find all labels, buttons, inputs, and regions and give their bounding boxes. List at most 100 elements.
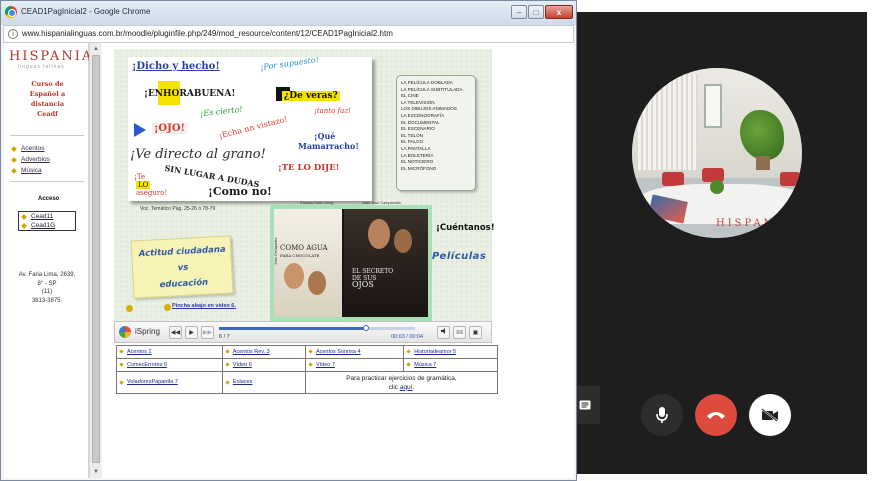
bullet-icon	[225, 362, 230, 367]
sidebar-link-acentos[interactable]: Acentos	[11, 143, 50, 154]
phrase: ¡Te	[134, 173, 146, 181]
video-call-panel: HISPANIA	[570, 12, 867, 474]
outline-button[interactable]: ≡≡	[453, 326, 466, 339]
resource-link[interactable]: ComecErrores 6	[119, 361, 168, 368]
table-cell: VoladoresPapantla 7	[116, 371, 223, 394]
resource-link[interactable]: Acentos 2	[119, 349, 151, 355]
poster-credit: Juan José Campanella	[362, 201, 401, 205]
phrase: ¡Dicho y hecho!	[132, 61, 220, 72]
scroll-down-icon[interactable]: ▼	[91, 467, 101, 477]
table-cell: Acentos Sonrisa 4	[304, 345, 405, 359]
acceso-link-cead1g[interactable]: Cead1G	[19, 221, 75, 230]
resource-link[interactable]: Vídeo 6	[225, 362, 252, 368]
play-button[interactable]: ▶	[185, 326, 198, 339]
video-chair	[662, 172, 684, 186]
phrase: ¡OJO!	[152, 123, 187, 134]
seek-track[interactable]	[219, 325, 415, 331]
sidebar-links: Acentos Adverbios Música	[11, 143, 50, 176]
poster-face	[308, 271, 326, 295]
logo-subtitle: linguas latinas	[18, 64, 65, 70]
resource-link-label: Acentos Sonrisa 4	[315, 348, 361, 355]
bullet-icon	[126, 305, 133, 312]
vertical-scrollbar[interactable]: ▲ ▼	[89, 43, 101, 478]
phrase: ¡Es cierto!	[199, 104, 243, 119]
sidebar-link-adverbios[interactable]: Adverbios	[11, 154, 50, 165]
seek-knob[interactable]	[363, 325, 369, 331]
fullscreen-button[interactable]: ▣	[469, 326, 482, 339]
resource-link[interactable]: Música 7	[406, 362, 436, 368]
previous-button[interactable]: ◀◀	[169, 326, 182, 339]
address-bar[interactable]: i www.hispanialinguas.com.br/moodle/plug…	[3, 25, 574, 43]
phrase: ¡ENHORABUENA!	[144, 89, 236, 99]
video-small-plant	[710, 180, 724, 194]
table-cell: ComecErrores 6	[116, 358, 223, 372]
sidebar-link-musica[interactable]: Música	[11, 165, 50, 176]
video-hint-link[interactable]: Pincha abajo en vídeo 6.	[172, 303, 236, 309]
sidebar-divider	[10, 135, 84, 136]
table-cell: Enlaces	[221, 371, 306, 394]
address-line: 8° - SP	[37, 280, 57, 287]
bullet-icon	[21, 213, 27, 220]
resource-link-label: ComecErrores 6	[127, 361, 168, 368]
vocab-item: EL NOTICIERO	[401, 159, 434, 165]
window-titlebar[interactable]: CEAD1PagInicial2 - Google Chrome – □ x	[1, 1, 576, 25]
table-cell: Historiadeamor 5	[403, 345, 498, 359]
vocab-item: EL DOCUMENTAL	[401, 119, 440, 125]
resource-link[interactable]: Historiadeamor 5	[406, 349, 456, 355]
volume-button[interactable]	[437, 326, 450, 339]
bullet-icon	[119, 362, 124, 367]
resource-link[interactable]: VoladoresPapantla 7	[119, 379, 178, 386]
table-cell: Música 7	[403, 358, 498, 372]
note-line: vs	[177, 262, 189, 274]
end-call-button[interactable]	[695, 394, 737, 436]
acceso-box: Cead11 Cead1G	[18, 211, 76, 231]
poster-left: COMO AGUA PARA CHOCOLATE	[274, 209, 342, 317]
phrase: ¡tanto faz!	[314, 107, 351, 115]
resource-link-label: Vídeo 7	[315, 361, 335, 368]
vocab-item: LOS DIBUJOS ANIMADOS	[401, 106, 457, 112]
table-row: Acentos 2 Acentos Rev. 3 Acentos Sonrisa…	[116, 345, 498, 359]
vocab-item: EL CINE	[401, 93, 419, 99]
bullet-icon	[119, 380, 124, 385]
camera-toggle-button[interactable]	[749, 394, 791, 436]
minimize-button[interactable]: –	[511, 5, 527, 19]
vocab-item: EL PALCO	[401, 139, 423, 145]
url-text[interactable]: www.hispanialinguas.com.br/moodle/plugin…	[22, 29, 393, 38]
resource-link-label: VoladoresPapantla 7	[127, 379, 178, 386]
bullet-icon	[308, 362, 313, 367]
ispring-brand: iSpring	[135, 327, 160, 336]
microphone-button[interactable]	[641, 394, 683, 436]
resource-link-label: Enlaces	[232, 379, 253, 386]
practice-link[interactable]: aquí	[400, 384, 413, 391]
logo-text: HISPANIA	[9, 49, 94, 64]
scroll-thumb[interactable]	[92, 55, 100, 463]
bullet-icon	[119, 349, 124, 354]
next-button[interactable]: ▶▶	[201, 326, 214, 339]
scroll-up-icon[interactable]: ▲	[91, 44, 101, 54]
resources-table: Acentos 2 Acentos Rev. 3 Acentos Sonrisa…	[116, 345, 499, 394]
bullet-icon	[21, 222, 27, 229]
practice-cell: Para practicar ejercicios de gramática, …	[304, 371, 499, 394]
resource-link[interactable]: Acentos Rev. 3	[225, 349, 270, 355]
vocab-item: LA PELÍCULA SUBTITULADA	[401, 86, 463, 92]
hispania-logo: HISPANIA®	[9, 49, 98, 64]
phrase: ¡Ve directo al grano!	[130, 147, 266, 162]
bullet-icon	[308, 349, 313, 354]
chrome-logo-icon	[5, 6, 17, 18]
poster-credit: John Dellapietra	[274, 237, 278, 265]
resource-link[interactable]: Acentos Sonrisa 4	[308, 348, 361, 355]
resource-link[interactable]: Enlaces	[225, 379, 253, 386]
phrase: ¡Por supuesto!	[259, 57, 320, 73]
maximize-button[interactable]: □	[528, 5, 544, 19]
microphone-icon	[656, 407, 668, 423]
close-button[interactable]: x	[545, 5, 573, 19]
poster-title-line: COMO AGUA	[280, 244, 328, 252]
cuentanos-heading: ¡Cuéntanos!	[436, 223, 495, 233]
resource-link[interactable]: Vídeo 7	[308, 361, 335, 368]
phrase: ¡TE LO DIJE!	[278, 163, 340, 173]
page-info-icon[interactable]: i	[8, 29, 18, 39]
slide-counter: 6 / 7	[219, 334, 230, 340]
acceso-link-cead11[interactable]: Cead11	[19, 212, 75, 221]
vocab-item: LA PANTALLA	[401, 145, 431, 151]
bullet-icon	[11, 145, 17, 152]
